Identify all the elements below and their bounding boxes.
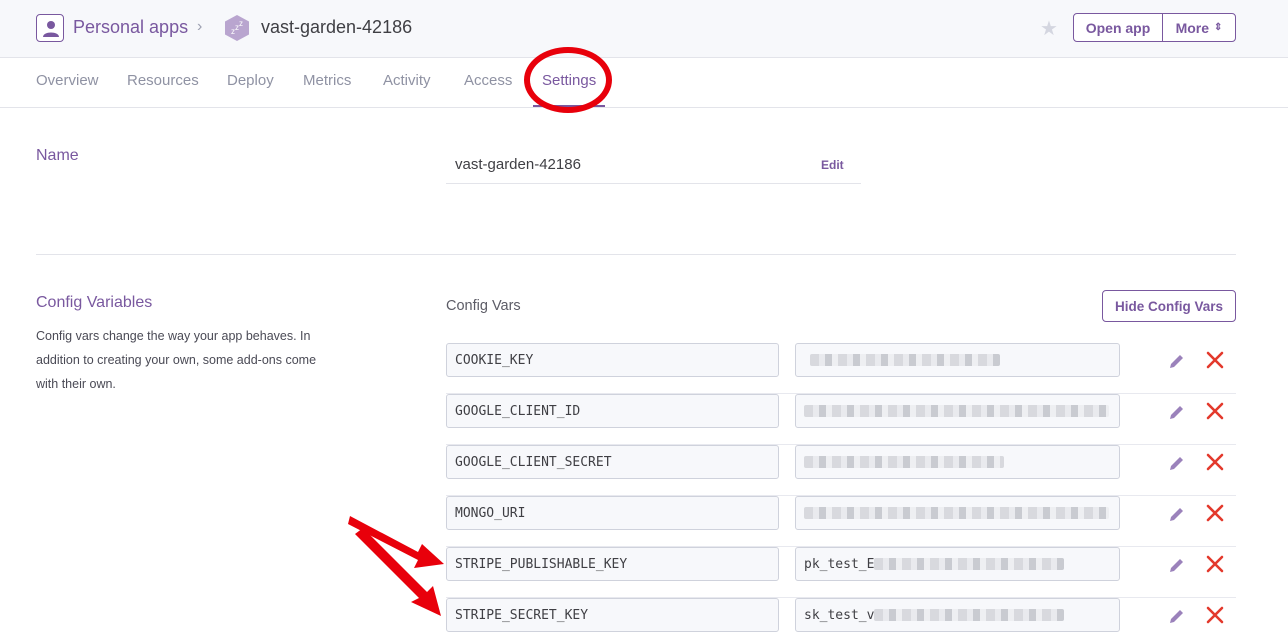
personal-account-icon[interactable] (36, 14, 64, 42)
tab-activity[interactable]: Activity (383, 72, 431, 89)
pencil-icon[interactable] (1167, 606, 1187, 626)
tab-overview[interactable]: Overview (36, 72, 99, 89)
edit-name-button[interactable]: Edit (821, 158, 844, 172)
config-description: Config vars change the way your app beha… (36, 329, 317, 391)
favorite-star-icon[interactable]: ★ (1040, 16, 1058, 41)
config-var-value[interactable] (795, 445, 1120, 479)
redacted-value (874, 558, 1065, 570)
name-divider (446, 183, 861, 184)
delete-x-icon[interactable] (1206, 402, 1224, 420)
breadcrumb-chevron-icon: › (197, 18, 203, 35)
redacted-value (874, 609, 1065, 621)
pencil-icon[interactable] (1167, 351, 1187, 371)
config-var-value[interactable] (795, 343, 1120, 377)
config-var-value[interactable] (795, 496, 1120, 530)
hide-config-vars-button[interactable]: Hide Config Vars (1102, 290, 1236, 322)
delete-x-icon[interactable] (1206, 504, 1224, 522)
app-name-value: vast-garden-42186 (455, 156, 581, 173)
config-var-value[interactable]: pk_test_E (795, 547, 1120, 581)
tab-metrics[interactable]: Metrics (303, 72, 351, 89)
chevron-updown-icon: ⇕ (1214, 22, 1223, 33)
config-var-row: STRIPE_PUBLISHABLE_KEY pk_test_E (446, 547, 1236, 598)
pencil-icon[interactable] (1167, 504, 1187, 524)
config-var-value[interactable]: sk_test_v (795, 598, 1120, 632)
annotation-arrow-icon (355, 528, 441, 616)
more-button[interactable]: More ⇕ (1163, 14, 1235, 41)
config-var-row: STRIPE_SECRET_KEY sk_test_v (446, 598, 1236, 643)
more-label: More (1175, 19, 1210, 36)
pencil-icon[interactable] (1167, 453, 1187, 473)
top-bar: Personal apps › zzz vast-garden-42186 ★ … (0, 0, 1288, 58)
app-actions-group: Open app More ⇕ (1073, 13, 1236, 42)
tab-deploy[interactable]: Deploy (227, 72, 274, 89)
pencil-icon[interactable] (1167, 555, 1187, 575)
config-var-key[interactable]: MONGO_URI (446, 496, 779, 530)
app-name-title: vast-garden-42186 (261, 17, 413, 37)
section-divider (36, 254, 1236, 255)
delete-x-icon[interactable] (1206, 453, 1224, 471)
config-var-key[interactable]: GOOGLE_CLIENT_ID (446, 394, 779, 428)
tab-resources[interactable]: Resources (127, 72, 199, 89)
open-app-button[interactable]: Open app (1074, 14, 1163, 41)
delete-x-icon[interactable] (1206, 606, 1224, 624)
config-var-row: COOKIE_KEY (446, 343, 1236, 394)
hide-config-vars-label: Hide Config Vars (1114, 298, 1224, 314)
redacted-value (804, 456, 1004, 468)
breadcrumb-personal-apps[interactable]: Personal apps (73, 17, 188, 38)
config-var-key[interactable]: GOOGLE_CLIENT_SECRET (446, 445, 779, 479)
config-var-value-prefix: sk_test_v (804, 607, 875, 623)
config-vars-title: Config Vars (446, 298, 521, 314)
name-section-label: Name (36, 147, 79, 164)
app-tabs: Overview Resources Deploy Metrics Activi… (0, 58, 1288, 108)
settings-highlight-circle (524, 47, 612, 113)
config-var-key[interactable]: STRIPE_PUBLISHABLE_KEY (446, 547, 779, 581)
config-var-row: GOOGLE_CLIENT_SECRET (446, 445, 1236, 496)
config-var-key[interactable]: COOKIE_KEY (446, 343, 779, 377)
redacted-value (804, 507, 1109, 519)
redacted-value (810, 354, 1000, 366)
open-app-label: Open app (1085, 19, 1151, 36)
config-var-row: MONGO_URI (446, 496, 1236, 547)
config-section-label: Config Variables (36, 294, 153, 311)
config-var-value-prefix: pk_test_E (804, 556, 875, 572)
delete-x-icon[interactable] (1206, 555, 1224, 573)
svg-text:z: z (239, 19, 243, 28)
config-var-key[interactable]: STRIPE_SECRET_KEY (446, 598, 779, 632)
pencil-icon[interactable] (1167, 402, 1187, 422)
config-var-value[interactable] (795, 394, 1120, 428)
delete-x-icon[interactable] (1206, 351, 1224, 369)
tab-access[interactable]: Access (464, 72, 512, 89)
app-sleeping-icon: zzz (224, 14, 250, 47)
redacted-value (804, 405, 1109, 417)
config-var-row: GOOGLE_CLIENT_ID (446, 394, 1236, 445)
